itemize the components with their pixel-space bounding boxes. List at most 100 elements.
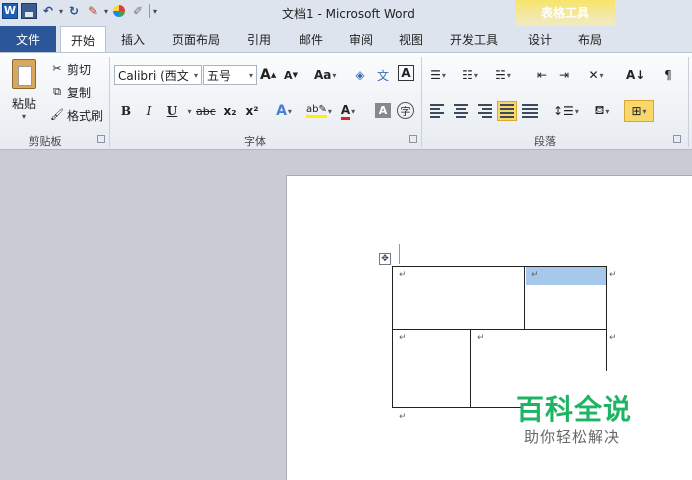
numbering-button[interactable]: ☷ ▾ (462, 65, 478, 85)
paragraph-mark: ↵ (399, 412, 407, 422)
document-page[interactable] (286, 175, 692, 480)
multilevel-list-button[interactable]: ☵ ▾ (495, 65, 511, 85)
align-left-icon[interactable] (430, 103, 446, 119)
watermark-title: 百科全说 (516, 393, 633, 426)
increase-indent-button[interactable]: ⇥ (556, 65, 572, 85)
undo-icon[interactable]: ↶ (40, 3, 56, 19)
table-move-handle-icon[interactable]: ✥ (379, 253, 391, 265)
font-launcher-icon[interactable] (409, 135, 417, 143)
table-border (470, 329, 471, 408)
table-border (392, 266, 393, 408)
group-separator (688, 57, 689, 147)
font-size-select[interactable]: 五号 ▾ (203, 65, 257, 85)
chevron-down-icon: ▾ (248, 70, 253, 80)
italic-button[interactable]: I (141, 101, 157, 121)
table-border (392, 329, 607, 330)
align-center-icon[interactable] (453, 103, 469, 119)
font-color-glyph: A (340, 103, 351, 120)
justify-icon[interactable] (497, 101, 517, 121)
bold-button[interactable]: B (118, 101, 134, 121)
color-icon[interactable] (111, 3, 127, 19)
font-name-select[interactable]: Calibri (西文 ▾ (114, 65, 202, 85)
redo-icon[interactable]: ↻ (66, 3, 82, 19)
word-logo-icon[interactable]: W (2, 3, 18, 19)
change-case-button[interactable]: Aa ▾ (314, 65, 336, 85)
tab-design[interactable]: 设计 (518, 26, 562, 52)
paragraph-mark: ↵ (399, 270, 407, 280)
separator (149, 4, 151, 18)
cut-button[interactable]: ✂ 剪切 (50, 59, 91, 79)
cut-label: 剪切 (67, 62, 92, 77)
watermark-subtitle: 助你轻松解决 (524, 428, 621, 446)
enclose-chars-button[interactable]: 字 (397, 102, 414, 119)
char-border-button[interactable]: A (398, 65, 414, 81)
tab-mailings[interactable]: 邮件 (290, 26, 332, 52)
shrink-font-button[interactable]: A ▼ (283, 65, 299, 85)
font-color-button[interactable]: A ▾ (340, 101, 356, 121)
change-case-glyph: Aa (314, 68, 332, 82)
clear-format-button[interactable]: ◈ (352, 65, 368, 85)
paragraph-mark: ↵ (531, 270, 539, 280)
chevron-down-icon: ▾ (193, 70, 198, 80)
tab-developer[interactable]: 开发工具 (441, 26, 507, 52)
format-painter-icon[interactable]: ✎ (85, 3, 101, 19)
highlight-button[interactable]: ab✎ ▾ (306, 101, 332, 121)
margin-marker (399, 244, 400, 264)
group-separator (421, 57, 422, 147)
copy-button[interactable]: ⧉ 复制 (50, 82, 91, 102)
grow-font-button[interactable]: A ▲ (260, 65, 276, 85)
char-shading-button[interactable]: A (375, 103, 391, 118)
scissors-icon: ✂ (52, 62, 62, 75)
format-painter-button[interactable]: 🖌 格式刷 (50, 105, 103, 125)
paste-dropdown-icon[interactable]: ▾ (22, 112, 26, 121)
underline-glyph: U (166, 104, 178, 118)
chinese-layout-button[interactable]: ✕ ▾ (588, 65, 604, 85)
font-group-label: 字体 (244, 135, 266, 148)
tab-review[interactable]: 审阅 (340, 26, 382, 52)
paragraph-mark: ↵ (609, 270, 617, 280)
table-border (392, 407, 522, 408)
underline-dropdown[interactable]: ▾ (181, 101, 197, 121)
format-painter-label: 格式刷 (67, 108, 104, 123)
superscript-button[interactable]: x² (244, 101, 260, 121)
sort-button[interactable]: A↓ (626, 65, 645, 85)
subscript-button[interactable]: x₂ (222, 101, 238, 121)
show-marks-button[interactable]: ¶ (660, 65, 676, 85)
distributed-icon[interactable] (522, 103, 538, 119)
strikethrough-button[interactable]: abc (196, 101, 216, 121)
align-right-icon[interactable] (476, 103, 492, 119)
pen-icon[interactable]: ✐ (130, 3, 146, 19)
grow-font-glyph: A (260, 67, 271, 83)
tab-layout[interactable]: 布局 (568, 26, 612, 52)
highlighter-icon: ab✎ (306, 104, 327, 118)
tab-references[interactable]: 引用 (238, 26, 280, 52)
tab-view[interactable]: 视图 (390, 26, 432, 52)
underline-button[interactable]: U (164, 101, 180, 121)
clipboard-launcher-icon[interactable] (97, 135, 105, 143)
decrease-indent-button[interactable]: ⇤ (534, 65, 550, 85)
undo-dropdown-icon[interactable]: ▾ (59, 7, 63, 16)
paragraph-launcher-icon[interactable] (673, 135, 681, 143)
ribbon-tabs: 文件 开始 插入 页面布局 引用 邮件 审阅 视图 开发工具 设计 布局 (0, 26, 692, 53)
paste-button[interactable]: 粘贴 ▾ (6, 57, 42, 127)
table-tools-label: 表格工具 (540, 6, 589, 20)
tab-insert[interactable]: 插入 (110, 26, 156, 52)
shading-button[interactable]: ⛾ ▾ (594, 101, 610, 121)
paragraph-mark: ↵ (609, 333, 617, 343)
phonetic-guide-button[interactable]: 文 (375, 65, 391, 85)
paragraph-group-label: 段落 (534, 135, 556, 148)
copy-label: 复制 (67, 85, 92, 100)
tab-file[interactable]: 文件 (0, 26, 56, 52)
line-spacing-button[interactable]: ↕☰ ▾ (553, 101, 579, 121)
save-icon[interactable] (21, 3, 37, 19)
brush-icon: 🖌 (50, 108, 64, 121)
font-name-value: Calibri (西文 (118, 68, 189, 83)
tab-page-layout[interactable]: 页面布局 (163, 26, 229, 52)
format-painter-dropdown-icon[interactable]: ▾ (104, 7, 108, 16)
table-border (392, 266, 607, 267)
text-effects-button[interactable]: A ▾ (276, 101, 292, 121)
bullets-button[interactable]: ☰ ▾ (430, 65, 446, 85)
tab-home[interactable]: 开始 (60, 26, 106, 53)
borders-button[interactable]: ⊞ ▾ (624, 100, 654, 122)
customize-icon[interactable]: ▾ (153, 7, 157, 16)
